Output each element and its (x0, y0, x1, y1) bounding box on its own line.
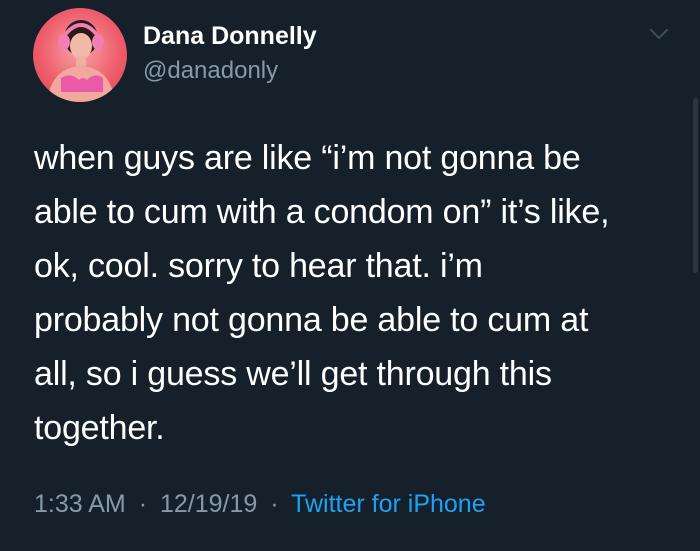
display-name[interactable]: Dana Donnelly (143, 22, 317, 51)
tweet-text-line: able to cum with a condom on” it’s like, (34, 193, 610, 231)
user-handle[interactable]: @danadonly (143, 57, 278, 85)
scrollbar-thumb[interactable] (693, 98, 698, 273)
tweet-time[interactable]: 1:33 AM (34, 490, 126, 518)
meta-separator: · (270, 490, 279, 518)
tweet-date[interactable]: 12/19/19 (160, 490, 257, 518)
tweet-card: Dana Donnelly @danadonly when guys are l… (0, 0, 700, 551)
tweet-source-link[interactable]: Twitter for iPhone (291, 490, 486, 518)
chevron-down-icon[interactable] (648, 26, 670, 42)
tweet-text-line: all, so i guess we’ll get through this (34, 355, 552, 393)
scrollbar[interactable] (690, 0, 700, 551)
tweet-meta: 1:33 AM · 12/19/19 · Twitter for iPhone (34, 490, 486, 519)
avatar[interactable] (33, 8, 127, 102)
tweet-text-line: when guys are like “i’m not gonna be (34, 139, 581, 177)
avatar-photo (47, 20, 115, 102)
tweet-text-line: probably not gonna be able to cum at (34, 301, 589, 339)
tweet-text-line: together. (34, 409, 165, 447)
tweet-text-line: ok, cool. sorry to hear that. i’m (34, 247, 483, 285)
meta-separator: · (138, 490, 148, 518)
tweet-text: when guys are like “i’m not gonna be abl… (34, 135, 674, 459)
